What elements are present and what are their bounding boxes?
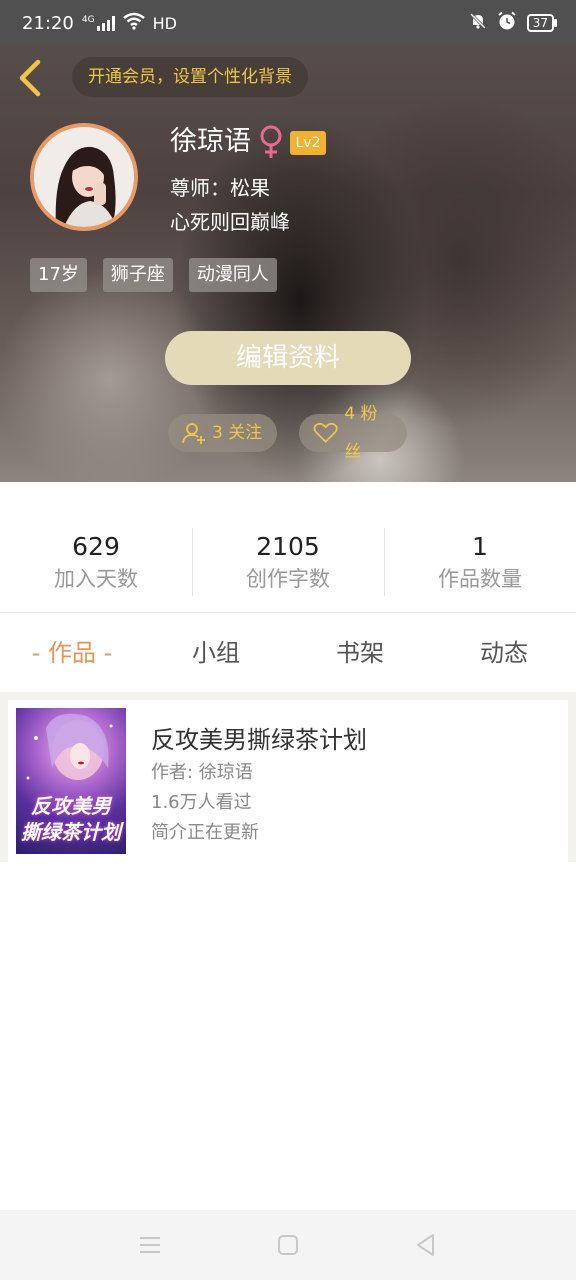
tab-groups[interactable]: 小组 xyxy=(144,614,288,692)
stat-label: 创作字数 xyxy=(246,567,330,591)
cover-title-line1: 反攻美男 xyxy=(31,794,111,818)
stat-label: 加入天数 xyxy=(54,567,138,591)
tab-activity[interactable]: 动态 xyxy=(432,614,576,692)
fans-count: 4 粉丝 xyxy=(344,404,378,462)
profile-teacher: 尊师：松果 xyxy=(170,176,270,200)
level-badge: Lv2 xyxy=(290,131,326,155)
vip-background-prompt[interactable]: 开通会员，设置个性化背景 xyxy=(72,57,308,97)
stat-works-count: 1 作品数量 xyxy=(384,522,576,602)
stat-days-joined: 629 加入天数 xyxy=(0,522,192,602)
status-right: 37 xyxy=(469,11,558,35)
cover-title-line2: 撕绿茶计划 xyxy=(21,820,121,844)
signal-icon: 4G xyxy=(82,15,115,31)
tag-age: 17岁 xyxy=(30,258,87,292)
following-button[interactable]: 3 关注 xyxy=(168,414,277,452)
work-author: 作者: 徐琼语 xyxy=(151,762,253,783)
stat-label: 作品数量 xyxy=(438,567,522,591)
work-card[interactable]: 反攻美男 撕绿茶计划 反攻美男撕绿茶计划 作者: 徐琼语 1.6万人看过 简介正… xyxy=(8,700,568,862)
profile-stats: 629 加入天数 2105 创作字数 1 作品数量 xyxy=(0,522,576,602)
stat-value: 2105 xyxy=(256,532,320,561)
female-icon xyxy=(257,124,285,160)
system-nav-bar xyxy=(0,1210,576,1280)
status-time: 21:20 xyxy=(22,12,74,34)
profile-signature: 心死则回巅峰 xyxy=(170,210,290,234)
profile-tabs: - 作品 - 小组 书架 动态 xyxy=(0,614,576,692)
wifi-icon xyxy=(122,12,145,35)
work-views: 1.6万人看过 xyxy=(151,792,252,813)
home-icon[interactable] xyxy=(274,1231,302,1259)
heart-icon xyxy=(313,422,338,443)
profile-name: 徐琼语 xyxy=(170,126,251,157)
back-button[interactable] xyxy=(14,58,50,98)
alarm-icon xyxy=(497,11,517,35)
work-title: 反攻美男撕绿茶计划 xyxy=(151,726,367,754)
avatar[interactable] xyxy=(30,123,138,231)
tab-works[interactable]: - 作品 - xyxy=(0,614,144,692)
divider xyxy=(0,612,576,613)
stat-value: 1 xyxy=(472,532,488,561)
status-left: 21:20 4G HD xyxy=(22,12,177,35)
battery-indicator: 37 xyxy=(526,14,558,32)
hd-indicator: HD xyxy=(152,13,177,33)
add-user-icon xyxy=(182,423,205,444)
stat-value: 629 xyxy=(72,532,120,561)
edit-profile-button[interactable]: 编辑资料 xyxy=(165,331,411,385)
fans-button[interactable]: 4 粉丝 xyxy=(299,404,407,462)
work-intro: 简介正在更新 xyxy=(151,822,259,843)
back-icon[interactable] xyxy=(412,1231,440,1259)
network-type: 4G xyxy=(81,15,95,25)
profile-tags: 17岁 狮子座 动漫同人 xyxy=(30,258,277,292)
tag-category: 动漫同人 xyxy=(188,258,277,292)
book-cover: 反攻美男 撕绿茶计划 xyxy=(16,708,126,854)
profile-header: 21:20 4G HD 37 开通会员，设置个性化背景 徐琼语 Lv2 尊师：松… xyxy=(0,0,576,482)
stat-word-count: 2105 创作字数 xyxy=(192,522,384,602)
tag-zodiac: 狮子座 xyxy=(102,258,173,292)
status-bar: 21:20 4G HD 37 xyxy=(0,0,576,46)
menu-icon[interactable] xyxy=(136,1231,164,1259)
chevron-left-icon xyxy=(19,59,41,97)
mute-icon xyxy=(469,12,487,34)
following-count: 3 关注 xyxy=(212,423,263,443)
avatar-photo xyxy=(34,127,134,227)
tab-bookshelf[interactable]: 书架 xyxy=(288,614,432,692)
